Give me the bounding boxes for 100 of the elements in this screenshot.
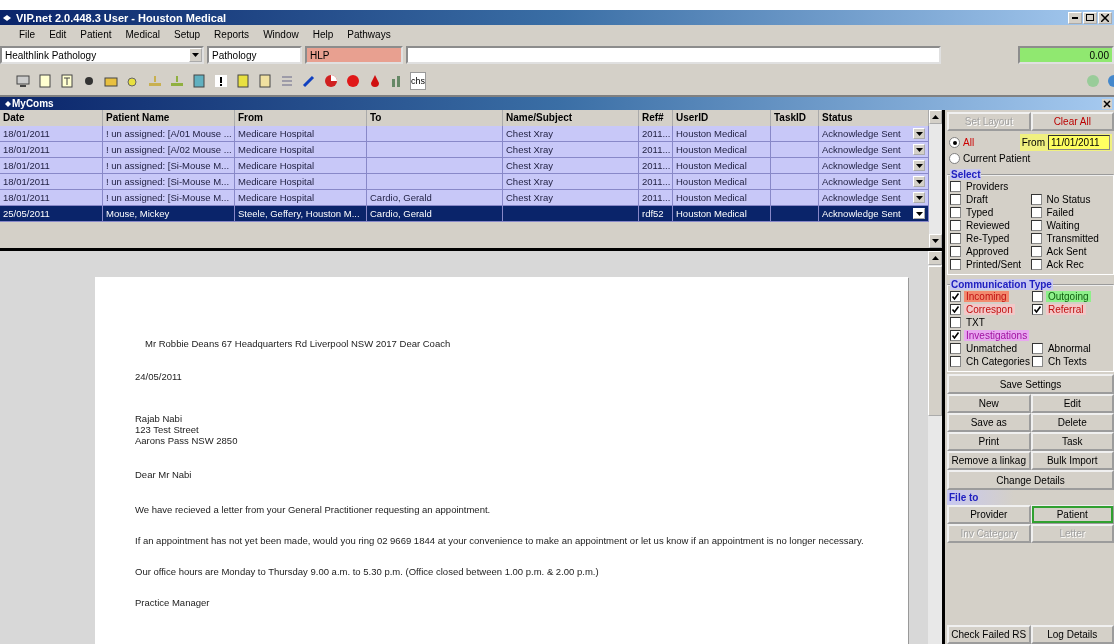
radio-button[interactable] — [949, 137, 960, 148]
checkbox[interactable] — [950, 304, 961, 315]
provider-combo[interactable]: Healthlink Pathology — [0, 46, 204, 64]
scroll-up-button[interactable] — [929, 110, 942, 124]
table-cell: Cardio, Gerald — [367, 206, 503, 222]
menu-item[interactable]: Edit — [42, 28, 74, 40]
status-dropdown[interactable]: Acknowledge Sent — [819, 142, 929, 158]
dropdown-button[interactable] — [913, 160, 925, 171]
table-row[interactable]: 18/01/2011 ! un assigned: [A/01 Mouse ... Medicare Hospital Chest Xray 2011... Houston Medical Acknowledge Sent — [0, 126, 929, 142]
radio-button[interactable] — [949, 153, 960, 164]
action-button[interactable]: Edit — [1030, 394, 1114, 413]
checkbox[interactable] — [950, 330, 961, 341]
table-row[interactable]: 25/05/2011 Mouse, Mickey Steele, Geffery, Houston M... Cardio, Gerald rdf52 Houston Medical Acknowledge Sent — [0, 206, 929, 222]
action-button[interactable]: Save as — [947, 413, 1031, 432]
status-dropdown[interactable]: Acknowledge Sent — [819, 206, 929, 222]
status-dropdown[interactable]: Acknowledge Sent — [819, 158, 929, 174]
note-field[interactable] — [406, 46, 941, 64]
action-button[interactable]: New — [947, 394, 1031, 413]
table-cell: Medicare Hospital — [235, 190, 367, 206]
checkbox[interactable] — [950, 356, 961, 367]
checkbox[interactable] — [1031, 343, 1043, 354]
checkbox[interactable] — [1031, 304, 1043, 315]
table-cell: ! un assigned: [Si-Mouse M... — [103, 158, 235, 174]
dropdown-button[interactable] — [913, 144, 925, 155]
file-to-button[interactable]: Provider — [947, 505, 1031, 524]
checkbox[interactable] — [1030, 220, 1042, 231]
checkbox[interactable] — [1031, 356, 1043, 367]
toolbar-button[interactable] — [14, 72, 32, 90]
file-to-button[interactable]: Patient — [1030, 505, 1114, 524]
table-row[interactable]: 18/01/2011 ! un assigned: [Si-Mouse M... Medicare Hospital Chest Xray 2011... Houston Medical Acknowledge Sent — [0, 174, 929, 190]
status-dropdown[interactable]: Acknowledge Sent — [819, 126, 929, 142]
scrollbar[interactable] — [928, 251, 942, 644]
checkbox[interactable] — [1030, 259, 1042, 270]
checkbox-label: Failed — [1045, 207, 1075, 218]
menu-item[interactable]: Pathways — [340, 28, 398, 40]
checkbox[interactable] — [950, 207, 961, 218]
restore-button[interactable] — [1083, 11, 1097, 24]
date-field[interactable]: 11/01/2011 — [1048, 135, 1110, 150]
action-button[interactable]: Change Details — [947, 470, 1114, 490]
salutation: Dear Mr Nabi — [135, 468, 193, 481]
checkbox[interactable] — [1030, 246, 1042, 257]
dropdown-button[interactable] — [913, 128, 925, 139]
menu-item[interactable]: Patient — [73, 28, 119, 40]
amount-field[interactable]: 0.00 — [1018, 46, 1114, 64]
menu-item[interactable]: Help — [305, 28, 341, 40]
menu-item[interactable]: Medical — [118, 28, 167, 40]
action-button[interactable]: Print — [947, 432, 1031, 451]
action-button[interactable]: Check Failed RS — [947, 625, 1031, 644]
checkbox[interactable] — [950, 291, 961, 302]
toolbar-button[interactable] — [212, 72, 230, 90]
table-cell: Houston Medical — [673, 174, 771, 190]
menu-item[interactable]: Reports — [207, 28, 257, 40]
table-cell — [771, 158, 819, 174]
status-dropdown[interactable]: Acknowledge Sent — [819, 174, 929, 190]
menu-item[interactable]: Setup — [166, 28, 208, 40]
action-button[interactable]: Log Details — [1030, 625, 1114, 644]
checkbox[interactable] — [1031, 291, 1043, 302]
checkbox[interactable] — [950, 233, 961, 244]
action-button[interactable]: Task — [1030, 432, 1114, 451]
code-field[interactable]: HLP — [305, 46, 403, 64]
checkbox[interactable] — [1030, 233, 1042, 244]
action-button[interactable]: Delete — [1030, 413, 1114, 432]
scrollbar[interactable] — [929, 110, 942, 248]
document-icon — [235, 73, 251, 89]
category-field[interactable]: Pathology — [207, 46, 302, 64]
checkbox[interactable] — [950, 259, 961, 270]
checkbox[interactable] — [950, 220, 961, 231]
action-button[interactable]: Bulk Import — [1030, 451, 1114, 470]
scroll-down-button[interactable] — [929, 234, 942, 248]
menu-item[interactable]: Window — [256, 28, 306, 40]
checkbox[interactable] — [950, 343, 961, 354]
status-value: Acknowledge Sent — [822, 128, 902, 139]
checkbox[interactable] — [1030, 207, 1042, 218]
dropdown-button[interactable] — [189, 48, 202, 62]
dropdown-button[interactable] — [913, 208, 925, 219]
dropdown-button[interactable] — [913, 192, 925, 203]
action-button[interactable]: Save Settings — [947, 374, 1114, 394]
checkbox[interactable] — [950, 194, 961, 205]
close-button[interactable] — [1102, 98, 1112, 109]
table-cell: Medicare Hospital — [235, 174, 367, 190]
checkbox[interactable] — [950, 317, 961, 328]
dropdown-button[interactable] — [913, 176, 925, 187]
scroll-up-button[interactable] — [928, 251, 942, 265]
toolbar-button[interactable]: chs — [410, 72, 426, 90]
checkbox[interactable] — [950, 246, 961, 257]
status-dropdown[interactable]: Acknowledge Sent — [819, 190, 929, 206]
minimize-button[interactable] — [1068, 11, 1082, 24]
checkbox[interactable] — [950, 181, 961, 192]
letter-paragraph: We have recieved a letter from your General Practitioner requesting an appointment. — [135, 503, 492, 516]
table-row[interactable]: 18/01/2011 ! un assigned: [Si-Mouse M... Medicare Hospital Chest Xray 2011... Houston Medical Acknowledge Sent — [0, 158, 929, 174]
menu-item[interactable]: File — [12, 28, 43, 40]
scroll-thumb[interactable] — [928, 266, 942, 416]
table-row[interactable]: 18/01/2011 ! un assigned: [Si-Mouse M... Medicare Hospital Cardio, Gerald Chest Xray 2011... Houston Medical Acknowledge Sent — [0, 190, 929, 206]
checkbox[interactable] — [1030, 194, 1042, 205]
toolbar-button[interactable]: Clear All — [1030, 112, 1114, 131]
status-value: Acknowledge Sent — [822, 192, 902, 203]
action-button[interactable]: Remove a linkag — [947, 451, 1031, 470]
table-row[interactable]: 18/01/2011 ! un assigned: [A/02 Mouse ... Medicare Hospital Chest Xray 2011... Houston Medical Acknowledge Sent — [0, 142, 929, 158]
table-cell — [771, 206, 819, 222]
app-icon — [4, 99, 12, 108]
